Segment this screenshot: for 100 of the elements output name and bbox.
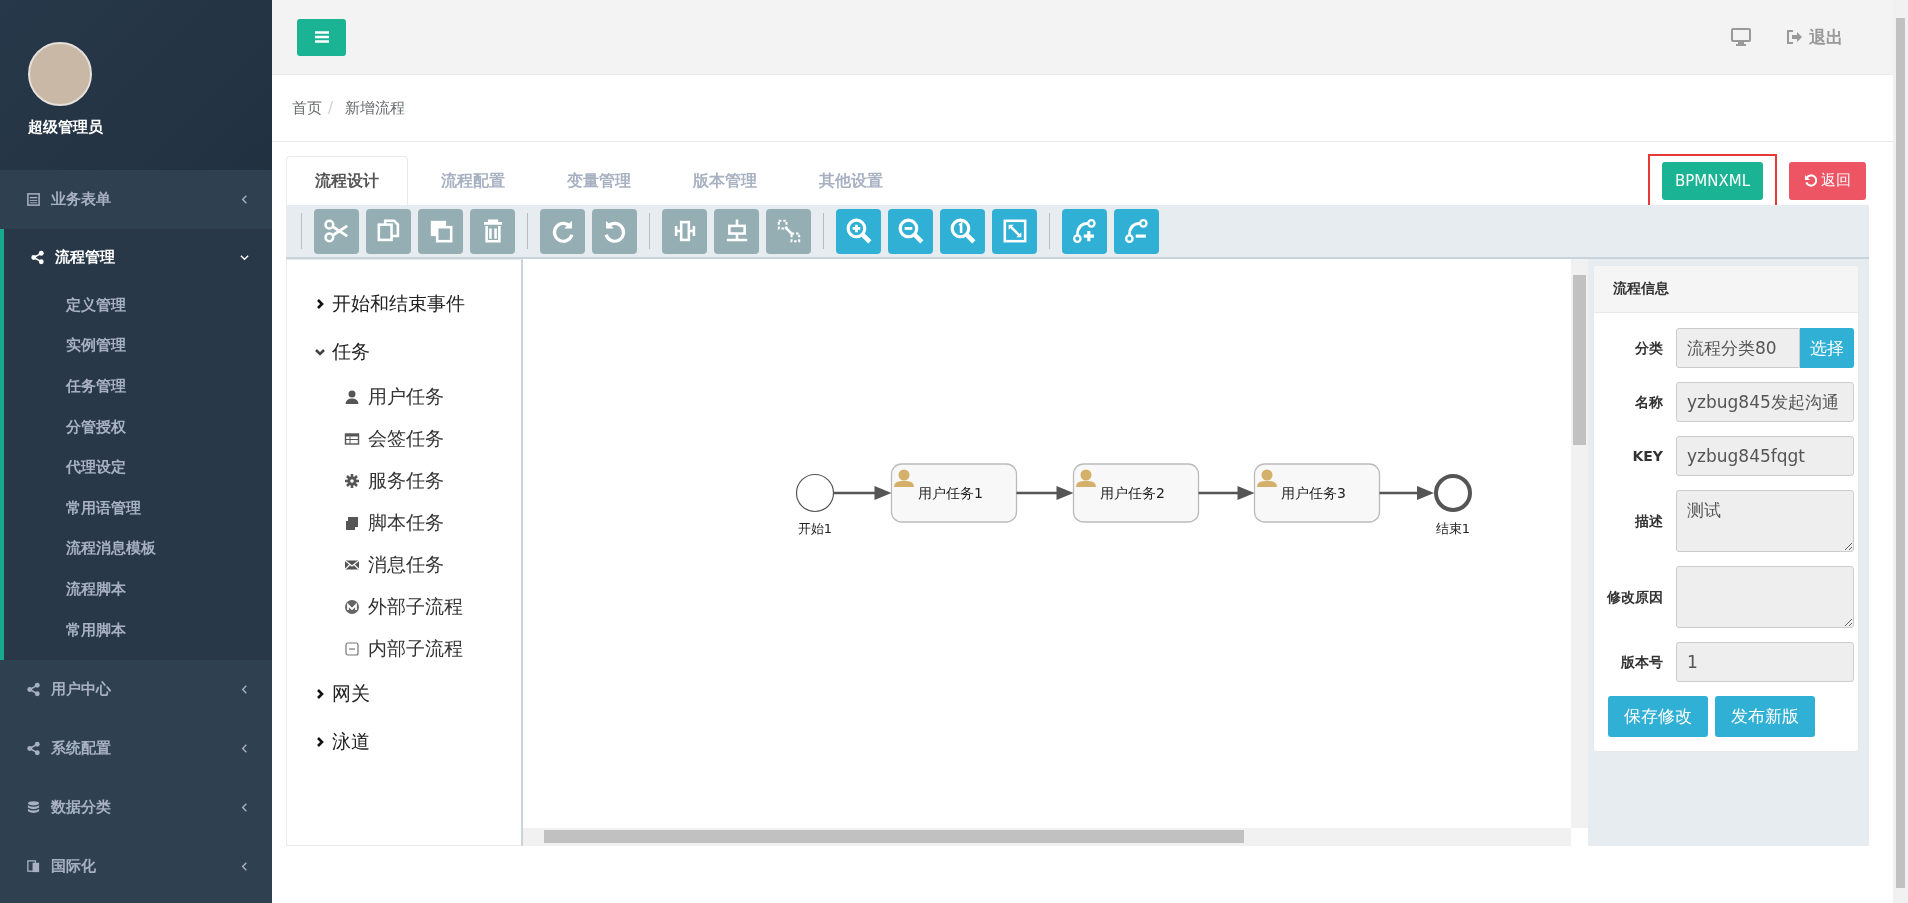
chevron-left-icon [239, 802, 250, 814]
palette-group[interactable]: 开始和结束事件 [314, 280, 465, 328]
chevron-right-icon [314, 688, 326, 700]
user-task[interactable] [1072, 463, 1200, 523]
chevron-right-icon [314, 298, 326, 310]
palette-item[interactable]: 内部子流程 [314, 628, 521, 670]
chevron-down-icon [314, 346, 326, 358]
user-task[interactable] [1253, 463, 1381, 523]
paste-button[interactable] [418, 208, 463, 254]
field-label: 名称 [1634, 392, 1663, 412]
menu-item[interactable]: 系统配置 [0, 719, 272, 779]
user-icon [1257, 469, 1277, 487]
redo-button[interactable] [540, 208, 585, 254]
logout-icon [1787, 30, 1803, 44]
event-label: 结束1 [1435, 521, 1471, 536]
user-icon [894, 469, 914, 487]
zoom-out-icon [896, 217, 925, 245]
form-icon [26, 192, 41, 207]
breadcrumb-item[interactable]: 首页 [292, 98, 322, 118]
menu-item[interactable]: 流程管理 [4, 229, 272, 285]
user-task[interactable] [890, 463, 1018, 523]
add-connection-button[interactable] [1062, 208, 1107, 254]
scissors-button[interactable] [314, 208, 359, 254]
user-icon [344, 389, 360, 405]
breadcrumb-item: 新增流程 [345, 98, 406, 118]
event-label: 开始1 [797, 521, 833, 536]
share-icon [30, 249, 45, 265]
zoom-in-icon [844, 217, 873, 245]
palette-item[interactable]: 服务任务 [314, 460, 521, 502]
submenu-item[interactable]: 实例管理 [4, 325, 272, 367]
page-scrollbar[interactable] [1893, 0, 1908, 903]
submenu-item[interactable]: 流程脚本 [4, 569, 272, 610]
vertical-scrollbar[interactable] [1571, 259, 1588, 828]
field-label: 描述 [1634, 511, 1663, 531]
submenu-item[interactable]: 定义管理 [4, 285, 272, 326]
palette-group[interactable]: 泳道 [314, 718, 370, 766]
remove-connection-icon [1122, 217, 1151, 245]
avatar [28, 42, 92, 106]
submenu-item[interactable]: 常用脚本 [4, 609, 272, 651]
chevron-left-icon [239, 684, 250, 696]
panel-title: 流程信息 [1594, 266, 1858, 313]
flow-arrow[interactable] [1379, 486, 1434, 500]
table-icon [344, 431, 360, 447]
breadcrumb-separator: / [328, 99, 334, 117]
submenu-item[interactable]: 常用语管理 [4, 487, 272, 529]
share-icon [26, 741, 41, 757]
palette-item[interactable]: 外部子流程 [314, 586, 521, 628]
horizontal-scrollbar[interactable] [523, 828, 1571, 846]
script-icon [344, 515, 360, 531]
chevron-left-icon [239, 861, 250, 873]
zoom-reset-button[interactable] [940, 208, 985, 254]
flow-arrow[interactable] [1198, 486, 1255, 500]
menu-item[interactable]: 国际化 [0, 837, 272, 897]
chevron-right-icon [314, 736, 326, 748]
back-button[interactable]: 返回 [1789, 161, 1866, 200]
start-event[interactable] [795, 473, 835, 513]
field-label: 分类 [1634, 338, 1663, 358]
palette-item[interactable]: 消息任务 [314, 544, 521, 586]
submenu-item[interactable]: 分管授权 [4, 406, 272, 448]
zoom-reset-icon [948, 217, 977, 245]
trash-button[interactable] [470, 208, 515, 254]
submenu-item[interactable]: 任务管理 [4, 366, 272, 407]
envelope-icon [344, 557, 360, 573]
task-label: 用户任务1 [918, 485, 983, 501]
align-horizontal-button[interactable] [714, 208, 759, 254]
circle-logo-icon [344, 599, 360, 615]
field-label: 修改原因 [1606, 587, 1663, 607]
scissors-icon [322, 217, 351, 245]
menu-button[interactable] [297, 18, 346, 56]
share-icon [26, 682, 41, 698]
flow-arrow[interactable] [834, 486, 892, 500]
chevron-left-icon [239, 194, 250, 205]
end-event[interactable] [1434, 474, 1472, 512]
user-icon [1076, 469, 1096, 487]
menu-icon [314, 31, 329, 43]
zoom-in-button[interactable] [836, 208, 881, 254]
menu-item[interactable]: 用户中心 [0, 660, 272, 720]
align-vertical-button[interactable] [662, 208, 707, 254]
palette-item[interactable]: 会签任务 [314, 418, 521, 460]
zoom-out-button[interactable] [888, 208, 933, 254]
copy-button[interactable] [366, 208, 411, 254]
menu-item[interactable]: 数据分类 [0, 778, 272, 838]
translate-icon [26, 859, 41, 875]
flow-arrow[interactable] [1016, 486, 1074, 500]
monitor-icon[interactable] [1731, 28, 1751, 46]
remove-connection-button[interactable] [1114, 208, 1159, 254]
resize-button[interactable] [766, 208, 811, 254]
undo-button[interactable] [592, 208, 637, 254]
menu-item[interactable]: 业务表单 [0, 170, 272, 229]
palette-item[interactable]: 用户任务 [314, 376, 521, 418]
tab[interactable]: 流程设计 [286, 156, 408, 205]
add-connection-icon [1070, 217, 1099, 245]
task-label: 用户任务3 [1281, 485, 1346, 501]
gear-icon [344, 473, 360, 489]
fit-screen-button[interactable] [992, 208, 1037, 254]
palette-group[interactable]: 任务 [314, 328, 370, 376]
palette-item[interactable]: 脚本任务 [314, 502, 521, 544]
palette-group[interactable]: 网关 [314, 670, 370, 718]
submenu-item[interactable]: 流程消息模板 [4, 528, 272, 570]
submenu-item[interactable]: 代理设定 [4, 447, 272, 488]
